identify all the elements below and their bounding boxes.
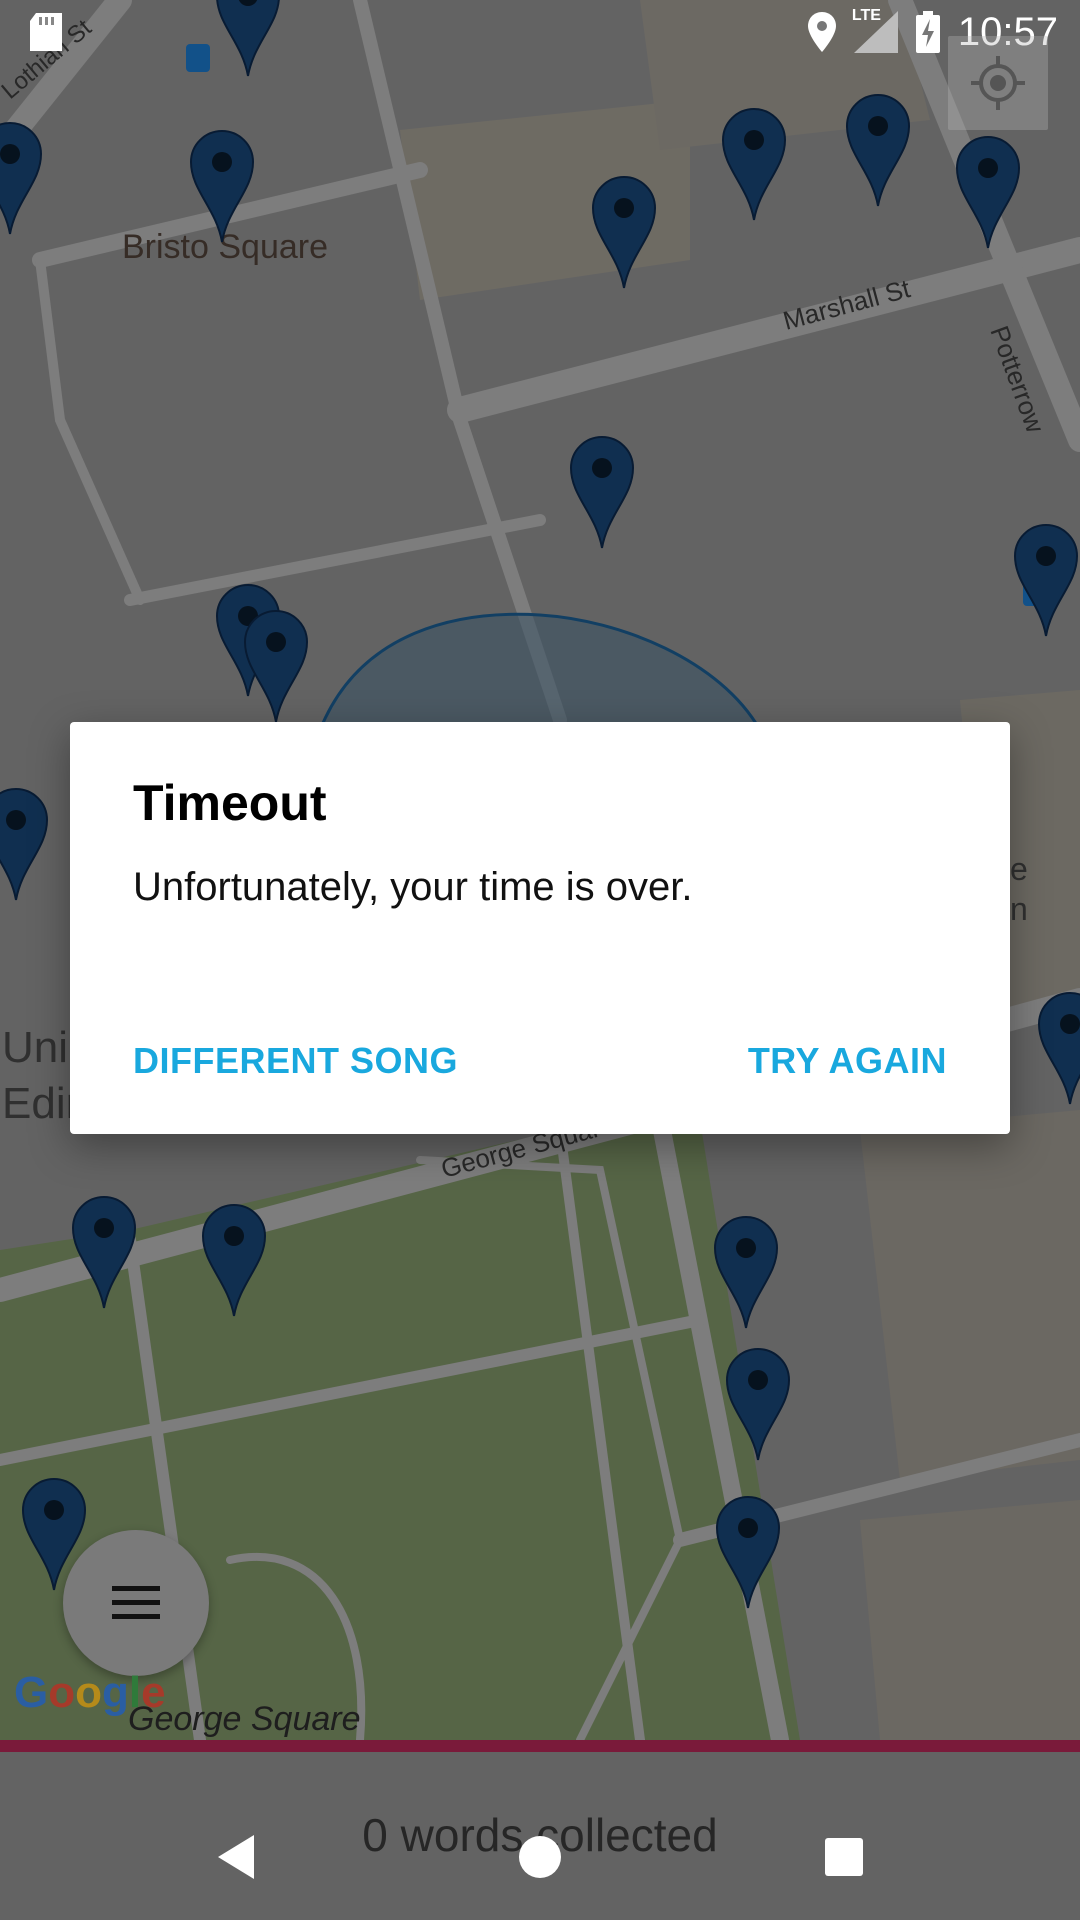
nav-home-button[interactable] xyxy=(480,1797,600,1917)
status-bar: LTE 10:57 xyxy=(0,0,1080,64)
dialog-message: Unfortunately, your time is over. xyxy=(133,865,693,909)
location-icon xyxy=(807,12,836,52)
try-again-button[interactable]: TRY AGAIN xyxy=(748,1040,947,1082)
menu-icon xyxy=(112,1586,160,1619)
home-icon xyxy=(519,1836,561,1878)
menu-fab[interactable] xyxy=(63,1530,209,1676)
sd-card-icon xyxy=(30,13,62,51)
different-song-button[interactable]: DIFFERENT SONG xyxy=(133,1040,458,1082)
battery-charging-icon xyxy=(915,11,940,53)
lte-signal-icon: LTE xyxy=(852,7,898,53)
timeout-dialog: Timeout Unfortunately, your time is over… xyxy=(70,722,1010,1134)
recents-icon xyxy=(825,1838,863,1876)
network-type-label: LTE xyxy=(851,7,881,24)
nav-back-button[interactable] xyxy=(176,1797,296,1917)
google-logo: Google xyxy=(14,1668,166,1717)
progress-line xyxy=(0,1740,1080,1752)
back-icon xyxy=(218,1835,254,1879)
dialog-title: Timeout xyxy=(133,775,327,831)
my-location-button[interactable] xyxy=(948,36,1048,130)
crosshair-icon xyxy=(971,56,1025,110)
nav-recents-button[interactable] xyxy=(784,1797,904,1917)
